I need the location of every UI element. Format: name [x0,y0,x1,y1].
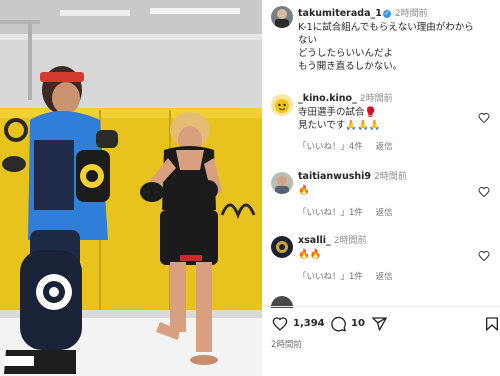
training-scene-image [0,0,262,376]
comment-timestamp: 2時間前 [333,236,367,246]
comment-text-line: 🔥 [298,185,310,196]
share-icon[interactable] [371,316,388,332]
post-photo[interactable] [0,0,262,376]
comment-icon[interactable] [330,316,347,332]
author-username[interactable]: takumiterada_1 [298,8,382,19]
bookmark-icon[interactable] [484,316,500,332]
comment-text-line: 見たいです🙏🙏🙏 [298,120,381,131]
comment-like-heart-icon[interactable] [478,112,490,124]
comment-meta: 「いいね！」1件 返信 [298,270,403,282]
post-timestamp: 2時間前 [394,9,428,19]
comment-reply-link[interactable]: 返信 [376,272,393,282]
comment-likes-link[interactable]: 「いいね！」4件 [298,142,363,152]
comment-likes-link[interactable]: 「いいね！」1件 [298,272,363,282]
comment-avatar[interactable] [271,94,293,116]
comment-avatar[interactable] [271,172,293,194]
comment-reply-link[interactable]: 返信 [376,208,393,218]
caption-line-1: K-1に試合組んでもらえない理由がわから [298,22,474,33]
comment-body: _kino.kino_ 2時間前 寺田選手の試合🥊 見たいです🙏🙏🙏 [298,92,474,132]
comment-meta: 「いいね！」1件 返信 [298,206,403,218]
comment-body: xsalli_ 2時間前 🔥🔥 [298,234,474,261]
comment-meta: 「いいね！」4件 返信 [298,140,403,152]
comment-text-line: 寺田選手の試合🥊 [298,107,377,118]
comment-text-line: 🔥🔥 [298,249,322,260]
comment-body: taitianwushi9 2時間前 🔥 [298,170,474,197]
comment-username[interactable]: xsalli_ [298,235,331,246]
caption-line-3: どうしたらいいんだよ [298,48,394,59]
post-caption: takumiterada_1 ✓ 2時間前 K-1に試合組んでもらえない理由がわか… [298,7,494,73]
comment-timestamp: 2時間前 [374,172,407,182]
comment-like-heart-icon[interactable] [478,250,490,262]
heart-icon[interactable] [271,316,289,332]
like-count[interactable]: 1,394 [293,318,325,329]
comment-username[interactable]: taitianwushi9 [298,171,371,182]
comment-avatar[interactable] [271,236,293,258]
author-avatar[interactable] [271,6,293,28]
verified-badge-icon: ✓ [382,10,391,18]
actions-divider [262,306,500,307]
comment-reply-link[interactable]: 返信 [376,142,393,152]
comment-count[interactable]: 10 [351,318,365,329]
caption-line-4: もう開き直るしかない。 [298,61,403,72]
comment-likes-link[interactable]: 「いいね！」1件 [298,208,363,218]
comment-timestamp: 2時間前 [359,94,393,104]
caption-line-2: ない [298,35,318,46]
comment-item: xsalli_ 2時間前 🔥🔥 「いいね！」1件 返信 [262,234,500,296]
post-side-panel: takumiterada_1 ✓ 2時間前 K-1に試合組んでもらえない理由がわか… [262,0,500,376]
post-action-bar: 1,394 10 [262,312,500,336]
comment-item: _kino.kino_ 2時間前 寺田選手の試合🥊 見たいです🙏🙏🙏 「いいね！… [262,92,500,154]
post-footer-time: 2時間前 [271,340,302,350]
comment-like-heart-icon[interactable] [478,186,490,198]
comment-item: taitianwushi9 2時間前 🔥 「いいね！」1件 返信 [262,170,500,232]
comment-username[interactable]: _kino.kino_ [298,93,357,104]
